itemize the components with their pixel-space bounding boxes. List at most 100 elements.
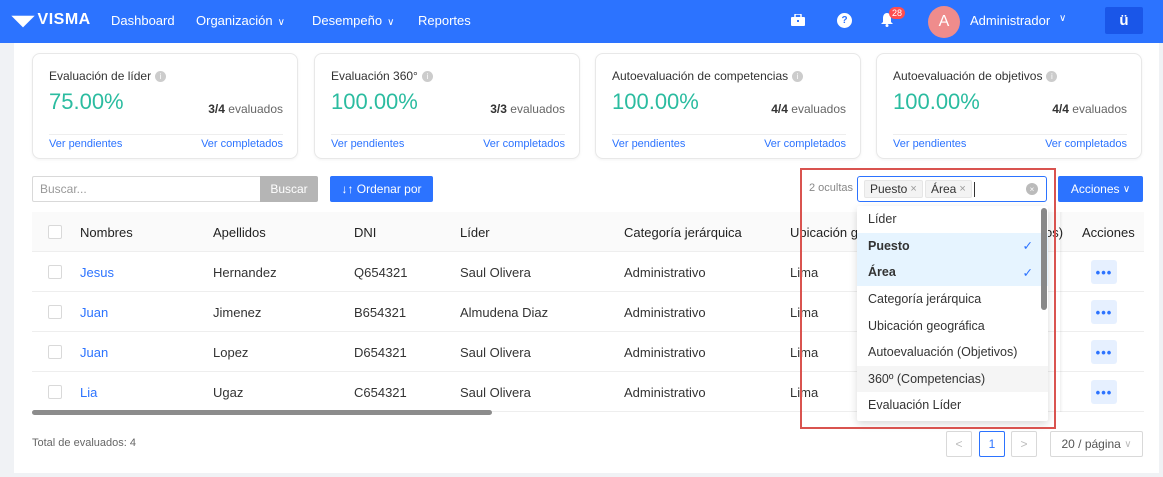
row-categoria: Administrativo: [624, 305, 706, 320]
header-categoria[interactable]: Categoría jerárquica: [624, 225, 742, 240]
card-divider: [893, 134, 1127, 135]
row-actions-button[interactable]: •••: [1091, 260, 1117, 284]
notification-badge: 28: [889, 7, 906, 19]
summary-card-lider: Evaluación de líder i 75.00% 3/4 evaluado…: [32, 53, 298, 159]
card-evaluated-count: 3/4: [208, 102, 225, 116]
view-completed-link[interactable]: Ver completados: [483, 138, 565, 150]
top-nav: ◥◤ VISMA Dashboard Organización ∨ Desempe…: [0, 0, 1163, 43]
row-dni: B654321: [354, 305, 407, 320]
page-size-value: 20 / página: [1061, 437, 1121, 451]
header-apellidos[interactable]: Apellidos: [213, 225, 266, 240]
nav-dashboard[interactable]: Dashboard: [111, 13, 175, 28]
card-evaluated-count: 4/4: [1052, 102, 1069, 116]
view-pending-link[interactable]: Ver pendientes: [893, 138, 966, 150]
row-lider: Almudena Diaz: [460, 305, 549, 320]
row-checkbox[interactable]: [48, 345, 62, 359]
row-checkbox[interactable]: [48, 385, 62, 399]
select-all-checkbox[interactable]: [48, 225, 62, 239]
card-percent: 75.00%: [49, 89, 124, 114]
card-title-text: Evaluación de líder: [49, 69, 152, 83]
card-title: Evaluación 360° i: [331, 69, 433, 83]
info-icon[interactable]: i: [421, 70, 433, 82]
row-checkbox[interactable]: [48, 305, 62, 319]
view-pending-link[interactable]: Ver pendientes: [49, 138, 122, 150]
row-lider: Saul Olivera: [460, 345, 531, 360]
card-title: Autoevaluación de competencias i: [612, 69, 804, 83]
search-input[interactable]: [32, 176, 262, 202]
row-checkbox[interactable]: [48, 265, 62, 279]
view-completed-link[interactable]: Ver completados: [1045, 138, 1127, 150]
sticky-column-shadow: [1060, 212, 1063, 412]
nav-organizacion[interactable]: Organización ∨: [196, 13, 285, 28]
view-pending-link[interactable]: Ver pendientes: [612, 138, 685, 150]
pagination-prev-button[interactable]: <: [946, 431, 972, 457]
help-icon[interactable]: ?: [837, 13, 852, 28]
info-icon[interactable]: i: [155, 70, 167, 82]
card-divider: [331, 134, 565, 135]
card-evaluated-suffix: evaluados: [1072, 102, 1127, 116]
summary-card-objetivos: Autoevaluación de objetivos i 100.00% 4/4…: [876, 53, 1142, 159]
row-dni: Q654321: [354, 265, 408, 280]
pagination-page-1[interactable]: 1: [979, 431, 1005, 457]
card-title: Autoevaluación de objetivos i: [893, 69, 1058, 83]
row-apellido: Jimenez: [213, 305, 262, 320]
user-name[interactable]: Administrador: [970, 13, 1050, 28]
card-percent: 100.00%: [331, 89, 418, 114]
search-button[interactable]: Buscar: [260, 176, 318, 202]
header-nombres[interactable]: Nombres: [80, 225, 133, 240]
chevron-down-icon: ∨: [387, 17, 395, 28]
nav-desempeno-label: Desempeño: [312, 13, 383, 28]
page-size-select[interactable]: 20 / página ∨: [1050, 431, 1143, 457]
row-apellido: Hernandez: [213, 265, 277, 280]
pagination-next-button[interactable]: >: [1011, 431, 1037, 457]
row-dni: C654321: [354, 385, 407, 400]
actions-button[interactable]: Acciones ∨: [1058, 176, 1143, 202]
card-title-text: Autoevaluación de competencias: [612, 69, 789, 83]
chevron-down-icon: ∨: [1124, 438, 1132, 450]
card-evaluated-count: 3/3: [490, 102, 507, 116]
view-completed-link[interactable]: Ver completados: [764, 138, 846, 150]
highlight-annotation-box: [800, 168, 1056, 429]
card-percent: 100.00%: [612, 89, 699, 114]
view-completed-link[interactable]: Ver completados: [201, 138, 283, 150]
order-by-button[interactable]: ↓↑ Ordenar por: [330, 176, 433, 202]
row-apellido: Lopez: [213, 345, 249, 360]
card-title: Evaluación de líder i: [49, 69, 167, 83]
card-evaluated: 4/4 evaluados: [771, 102, 846, 116]
card-evaluated-suffix: evaluados: [510, 102, 565, 116]
nav-organizacion-label: Organización: [196, 13, 273, 28]
nav-reportes[interactable]: Reportes: [418, 13, 471, 28]
header-lider[interactable]: Líder: [460, 225, 490, 240]
card-title-text: Evaluación 360°: [331, 69, 418, 83]
row-lider: Saul Olivera: [460, 265, 531, 280]
brand-logo[interactable]: ◥◤ VISMA: [12, 11, 91, 29]
row-nombre-link[interactable]: Lia: [80, 385, 97, 400]
row-dni: D654321: [354, 345, 407, 360]
view-pending-link[interactable]: Ver pendientes: [331, 138, 404, 150]
card-title-text: Autoevaluación de objetivos: [893, 69, 1043, 83]
row-categoria: Administrativo: [624, 345, 706, 360]
row-nombre-link[interactable]: Juan: [80, 305, 108, 320]
card-evaluated-count: 4/4: [771, 102, 788, 116]
horizontal-scrollbar[interactable]: [32, 410, 492, 415]
chevron-down-icon: ∨: [1122, 183, 1131, 195]
actions-button-label: Acciones: [1070, 182, 1120, 196]
app-switcher-button[interactable]: ü: [1105, 7, 1143, 34]
brand-name: VISMA: [37, 11, 91, 28]
info-icon[interactable]: i: [792, 70, 804, 82]
briefcase-icon[interactable]: [788, 10, 808, 30]
info-icon[interactable]: i: [1046, 70, 1058, 82]
chevron-down-icon: ∨: [277, 17, 285, 28]
row-nombre-link[interactable]: Juan: [80, 345, 108, 360]
header-acciones: Acciones: [1082, 225, 1135, 240]
row-actions-button[interactable]: •••: [1091, 340, 1117, 364]
avatar[interactable]: A: [928, 6, 960, 38]
row-actions-button[interactable]: •••: [1091, 380, 1117, 404]
header-dni[interactable]: DNI: [354, 225, 376, 240]
row-nombre-link[interactable]: Jesus: [80, 265, 114, 280]
row-lider: Saul Olivera: [460, 385, 531, 400]
chevron-down-icon[interactable]: ∨: [1059, 13, 1066, 24]
row-actions-button[interactable]: •••: [1091, 300, 1117, 324]
summary-card-360: Evaluación 360° i 100.00% 3/3 evaluados V…: [314, 53, 580, 159]
nav-desempeno[interactable]: Desempeño ∨: [312, 13, 394, 28]
